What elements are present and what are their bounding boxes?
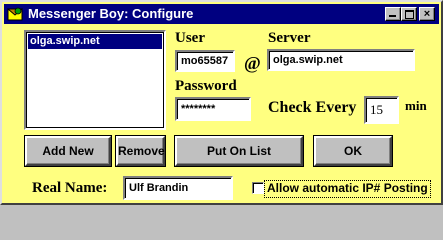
title-bar[interactable]: Messenger Boy: Configure × — [4, 4, 439, 24]
at-symbol: @ — [244, 53, 261, 73]
maximize-button[interactable] — [401, 7, 417, 21]
messenger-app-icon — [7, 7, 23, 21]
user-input[interactable] — [175, 50, 235, 72]
password-input[interactable] — [175, 97, 251, 121]
allow-ip-posting-label[interactable]: Allow automatic IP# Posting — [264, 180, 431, 198]
server-list[interactable]: olga.swip.net — [24, 30, 166, 130]
close-icon: × — [423, 8, 431, 20]
server-label: Server — [268, 30, 311, 46]
window-title: Messenger Boy: Configure — [28, 6, 194, 21]
allow-ip-posting-checkbox[interactable] — [252, 182, 264, 194]
configure-window: Messenger Boy: Configure × olga.swip.net… — [0, 0, 443, 205]
add-new-button[interactable]: Add New — [24, 135, 112, 167]
server-input[interactable] — [267, 49, 415, 71]
password-label: Password — [175, 78, 237, 94]
close-button[interactable]: × — [419, 7, 435, 21]
maximize-icon — [402, 8, 416, 20]
real-name-label: Real Name: — [32, 180, 108, 196]
put-on-list-button[interactable]: Put On List — [174, 135, 304, 167]
real-name-input[interactable] — [123, 176, 233, 200]
minimize-icon — [386, 8, 400, 20]
minimize-button[interactable] — [385, 7, 401, 21]
minutes-label: min — [405, 98, 427, 113]
server-list-item-selected[interactable]: olga.swip.net — [28, 34, 162, 49]
check-every-label: Check Every — [268, 99, 357, 116]
ok-button[interactable]: OK — [313, 135, 393, 167]
remove-button[interactable]: Remove — [115, 135, 166, 167]
user-label: User — [175, 30, 205, 46]
check-interval-input[interactable] — [364, 96, 399, 124]
